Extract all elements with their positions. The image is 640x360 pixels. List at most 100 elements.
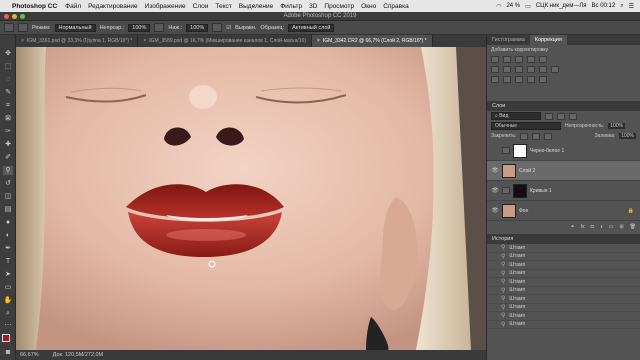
menu-edit[interactable]: Редактирование — [88, 3, 138, 10]
airbrush-icon[interactable] — [212, 23, 223, 32]
layer-row[interactable]: Черно-белое 1 — [487, 141, 640, 161]
layer-opacity-input[interactable]: 100% — [608, 123, 626, 129]
layer-mask-thumb[interactable] — [513, 143, 527, 158]
close-tab-icon[interactable]: × — [21, 38, 24, 44]
doc-tab-3-active[interactable]: × IGM_3342.CR2 @ 66,7% (Слой 2, RGB/16*) … — [311, 35, 433, 47]
eyedropper-tool-icon[interactable]: ✑ — [3, 127, 13, 136]
invert-icon[interactable] — [491, 75, 499, 83]
history-item[interactable]: ⚲ Штамп — [487, 304, 640, 312]
history-item[interactable]: ⚲ Штамп — [487, 287, 640, 295]
more-tools-icon[interactable]: ⋯ — [3, 321, 13, 330]
menu-view[interactable]: Просмотр — [324, 3, 354, 10]
doc-tab-2[interactable]: × IGM_3589.psd @ 16,7% (Микширование кана… — [138, 35, 312, 47]
layer-thumb[interactable] — [502, 163, 516, 178]
pressure-opacity-icon[interactable] — [154, 23, 165, 32]
frame-tool-icon[interactable]: ⊠ — [3, 114, 13, 123]
black-white-icon[interactable] — [515, 65, 523, 73]
lock-position-icon[interactable] — [532, 132, 541, 140]
wifi-icon[interactable]: ◠ — [496, 3, 501, 10]
layer-row[interactable]: 👁 Кривые 1 — [487, 181, 640, 201]
sample-select[interactable]: Активный слой — [288, 23, 335, 32]
selective-color-icon[interactable] — [527, 75, 535, 83]
eye-icon[interactable]: 👁 — [491, 187, 499, 194]
history-title[interactable]: История — [492, 236, 513, 242]
photo-filter-icon[interactable] — [527, 65, 535, 73]
brush-preset-icon[interactable] — [18, 23, 28, 32]
menu-help[interactable]: Справка — [383, 3, 409, 10]
mode-select[interactable]: Нормальный — [54, 23, 96, 32]
group-icon[interactable]: ▭ — [609, 224, 614, 230]
opacity-input[interactable]: 100% — [128, 23, 151, 32]
layer-row[interactable]: 👁 Фон 🔒 — [487, 201, 640, 221]
layer-filter-select[interactable]: ⌕ Вид — [491, 112, 541, 120]
align-checkbox[interactable]: ☑ — [226, 25, 231, 31]
zoom-tool-icon[interactable]: ⌕ — [3, 309, 13, 318]
history-item[interactable]: ⚲ Штамп — [487, 261, 640, 270]
history-item[interactable]: ⚲ Штамп — [487, 244, 640, 253]
document-canvas[interactable] — [16, 47, 486, 350]
add-mask-icon[interactable]: ◘ — [591, 224, 594, 230]
user-label[interactable]: СЦК ник_дем—Ля — [536, 3, 587, 9]
quick-mask-icon[interactable]: ◙ — [3, 348, 13, 357]
clone-stamp-tool-preset-icon[interactable] — [4, 23, 14, 32]
exposure-icon[interactable] — [527, 55, 535, 63]
eraser-tool-icon[interactable]: ◫ — [3, 192, 13, 201]
close-tab-icon[interactable]: × — [143, 38, 146, 44]
crop-tool-icon[interactable]: ⌗ — [3, 101, 13, 110]
menu-3d[interactable]: 3D — [309, 3, 317, 10]
search-icon[interactable]: ⌕ — [620, 3, 623, 10]
gradient-map-icon[interactable] — [539, 75, 547, 83]
eye-icon[interactable]: 👁 — [491, 167, 499, 174]
menu-file[interactable]: Файл — [65, 3, 81, 10]
menu-list-icon[interactable]: ☰ — [629, 3, 634, 10]
adjustment-layer-icon[interactable]: ◑ — [600, 224, 603, 230]
menu-window[interactable]: Окно — [361, 3, 376, 10]
shape-tool-icon[interactable]: ▭ — [3, 283, 13, 292]
history-item[interactable]: ⚲ Штамп — [487, 295, 640, 304]
curves-icon[interactable] — [515, 55, 523, 63]
tab-adjustments[interactable]: Коррекция — [529, 35, 567, 45]
layer-row-selected[interactable]: 👁 Слой 2 — [487, 161, 640, 181]
trash-icon[interactable]: 🗑 — [630, 224, 636, 230]
close-tab-icon[interactable]: × — [317, 38, 320, 44]
doc-size[interactable]: Док: 120,5M/272,0M — [53, 352, 104, 358]
menu-select[interactable]: Выделение — [239, 3, 273, 10]
pen-tool-icon[interactable]: ✒ — [3, 244, 13, 253]
eye-icon[interactable]: 👁 — [491, 207, 499, 214]
link-icon[interactable]: ⚭ — [571, 224, 575, 230]
history-item[interactable]: ⚲ Штамп — [487, 270, 640, 278]
menu-layers[interactable]: Слои — [193, 3, 209, 10]
path-select-tool-icon[interactable]: ➤ — [3, 270, 13, 279]
color-balance-icon[interactable] — [503, 65, 511, 73]
healing-tool-icon[interactable]: ✚ — [3, 140, 13, 149]
type-tool-icon[interactable]: T — [3, 257, 13, 266]
zoom-level[interactable]: 66,67% — [20, 352, 39, 358]
filter-adjust-icon[interactable] — [557, 112, 565, 120]
lasso-tool-icon[interactable]: ◌ — [3, 75, 13, 84]
history-item[interactable]: ⚲ Штамп — [487, 278, 640, 287]
filter-pixel-icon[interactable] — [545, 112, 553, 120]
blur-tool-icon[interactable]: ● — [3, 218, 13, 227]
channel-mixer-icon[interactable] — [539, 65, 547, 73]
blend-mode-select[interactable]: Обычные — [491, 122, 561, 130]
gradient-tool-icon[interactable]: ▤ — [3, 205, 13, 214]
layer-thumb[interactable] — [502, 203, 516, 218]
quick-select-tool-icon[interactable]: ✎ — [3, 88, 13, 97]
marquee-tool-icon[interactable]: ⬚ — [3, 62, 13, 71]
doc-tab-1[interactable]: × IGM_3361.psd @ 33,3% (Группа 1, RGB/16*… — [16, 35, 139, 47]
lock-icon[interactable]: 🔒 — [628, 208, 634, 214]
app-menu[interactable]: Photoshop CC — [12, 3, 57, 10]
hand-tool-icon[interactable]: ✋ — [3, 296, 13, 305]
hue-sat-icon[interactable] — [491, 65, 499, 73]
move-tool-icon[interactable]: ✥ — [3, 49, 13, 58]
clock-label[interactable]: Вс 00:12 — [592, 3, 616, 9]
history-brush-tool-icon[interactable]: ↺ — [3, 179, 13, 188]
layers-title[interactable]: Слои — [492, 103, 505, 109]
history-item[interactable]: ⚲ Штамп — [487, 253, 640, 261]
dodge-tool-icon[interactable]: ◐ — [3, 231, 13, 240]
levels-icon[interactable] — [503, 55, 511, 63]
lock-pixels-icon[interactable] — [520, 132, 529, 140]
battery-icon[interactable]: ▭ — [525, 3, 531, 10]
posterize-icon[interactable] — [503, 75, 511, 83]
brush-tool-icon[interactable]: ✐ — [3, 153, 13, 162]
